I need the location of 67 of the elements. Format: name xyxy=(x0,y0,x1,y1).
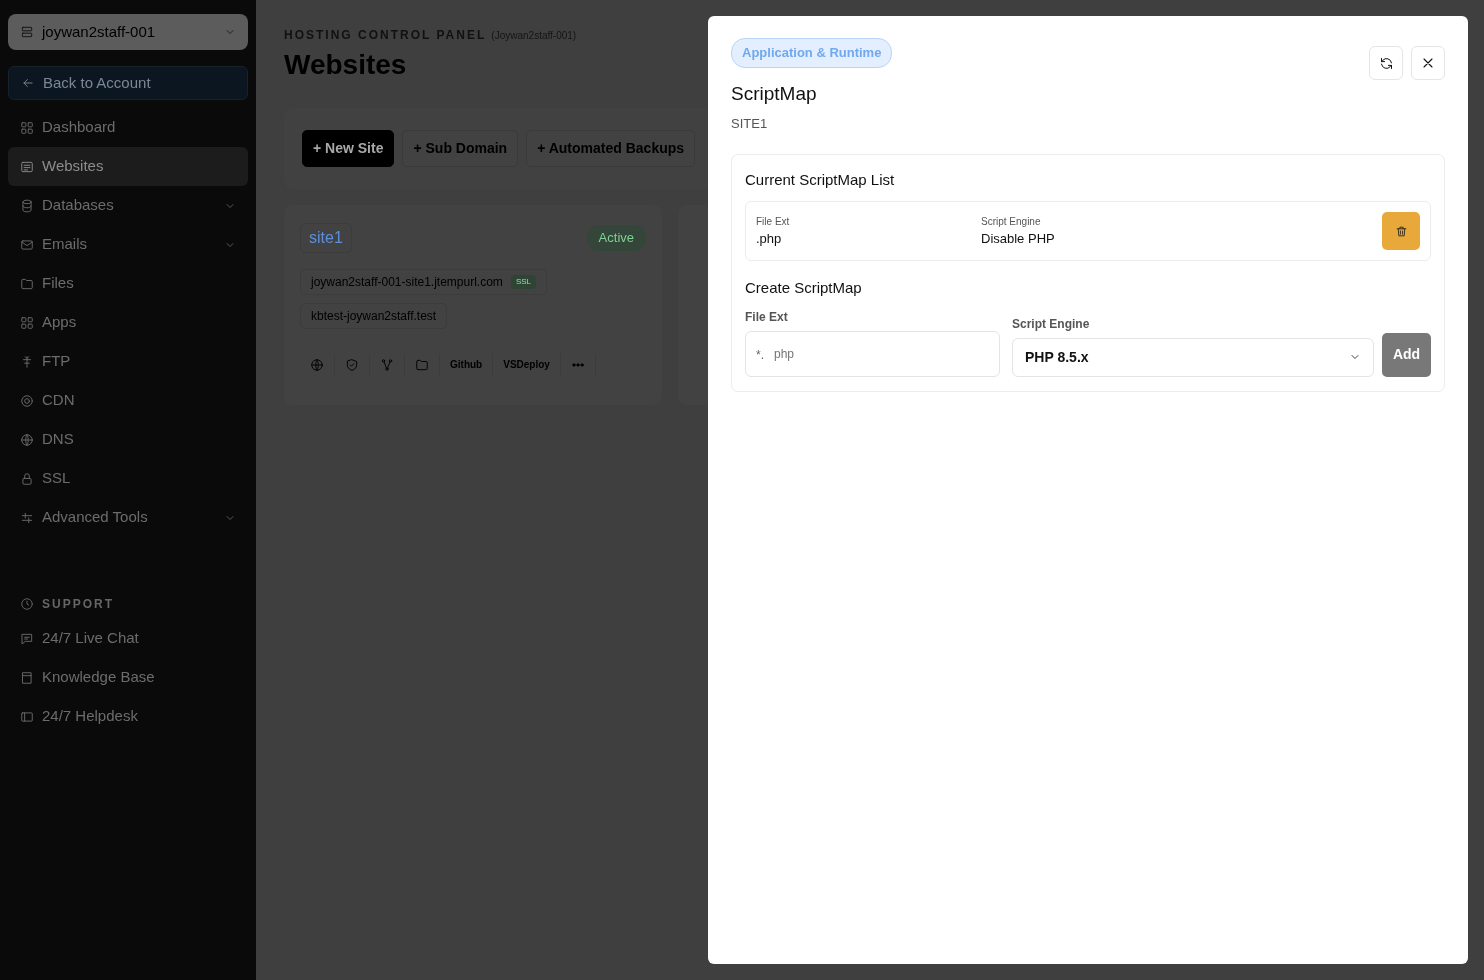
sidebar-item[interactable]: CDN xyxy=(8,381,248,420)
delete-button[interactable] xyxy=(1382,212,1420,250)
server-icon xyxy=(20,25,34,39)
list-icon xyxy=(20,159,34,174)
globe-icon xyxy=(20,432,34,447)
trash-icon xyxy=(1394,224,1408,238)
script-engine-select[interactable]: PHP 8.5.x xyxy=(1012,337,1374,377)
sidebar-item[interactable]: Databases xyxy=(8,186,248,225)
mail-icon xyxy=(20,237,34,252)
globe-icon xyxy=(310,357,324,372)
sidebar-item[interactable]: Emails xyxy=(8,225,248,264)
action-button[interactable]: VSDeploy xyxy=(493,353,561,376)
field-value: Disable PHP xyxy=(981,229,1056,248)
ssl-badge: SSL xyxy=(510,275,536,289)
clock-icon xyxy=(20,597,34,611)
sidebar-item[interactable]: Files xyxy=(8,264,248,303)
grid-icon xyxy=(20,315,34,330)
page-title: Websites xyxy=(284,48,407,82)
sidebar-item[interactable]: Apps xyxy=(8,303,248,342)
sidebar-item[interactable]: FTP xyxy=(8,342,248,381)
field-label: File Ext xyxy=(756,214,791,229)
field-label: Script Engine xyxy=(1012,315,1091,333)
toolbar-button[interactable]: + Sub Domain xyxy=(402,130,519,167)
category-tag: Application & Runtime xyxy=(731,38,893,68)
refresh-button[interactable] xyxy=(1369,46,1403,80)
lock-icon xyxy=(20,471,34,486)
sliders-icon xyxy=(20,510,34,525)
sidebar-item[interactable]: SSL xyxy=(8,459,248,498)
nodes-icon xyxy=(380,357,394,372)
sidebar-item[interactable]: Websites xyxy=(8,147,248,186)
monitor-icon xyxy=(20,709,34,724)
transfer-icon xyxy=(20,354,34,369)
action-button[interactable]: Github xyxy=(440,353,494,376)
section-heading: Create ScriptMap xyxy=(745,278,863,298)
sidebar-item[interactable]: Knowledge Base xyxy=(8,658,248,697)
sidebar-item[interactable]: Dashboard xyxy=(8,108,248,147)
back-arrow-icon xyxy=(21,76,35,90)
sidebar-item[interactable]: 24/7 Live Chat xyxy=(8,619,248,658)
grid-icon xyxy=(20,120,34,135)
modal-title: ScriptMap xyxy=(731,81,818,106)
domain-name[interactable]: kbtest-joywan2staff.test xyxy=(311,307,437,325)
sidebar-item[interactable]: Advanced Tools xyxy=(8,498,248,537)
database-icon xyxy=(20,198,34,213)
field-label: File Ext xyxy=(745,308,789,326)
sidebar-item[interactable]: 24/7 Helpdesk xyxy=(8,697,248,736)
close-button[interactable] xyxy=(1411,46,1445,80)
toolbar-button[interactable]: + Automated Backups xyxy=(526,130,696,167)
folder-icon xyxy=(415,357,429,372)
field-label: Script Engine xyxy=(981,214,1042,229)
field-value: .php xyxy=(756,229,783,248)
input-prefix: *. xyxy=(756,346,764,364)
section-heading: Current ScriptMap List xyxy=(745,169,896,190)
chat-icon xyxy=(20,631,34,646)
shield-icon xyxy=(345,357,359,372)
back-link[interactable]: Back to Account xyxy=(8,66,248,100)
book-icon xyxy=(20,670,34,685)
account-selector[interactable]: joywan2staff-001 xyxy=(8,14,248,50)
site-name[interactable]: site1 xyxy=(300,223,352,253)
folder-icon xyxy=(20,276,34,291)
refresh-icon xyxy=(1378,55,1394,71)
toolbar-button[interactable]: + New Site xyxy=(302,130,395,167)
modal-subtitle: SITE1 xyxy=(731,115,769,133)
status-badge: Active xyxy=(586,225,646,251)
sidebar-item[interactable]: DNS xyxy=(8,420,248,459)
target-icon xyxy=(20,393,34,408)
domain-name[interactable]: joywan2staff-001-site1.jtempurl.com xyxy=(311,273,503,291)
section-heading: SUPPORT xyxy=(42,596,114,613)
